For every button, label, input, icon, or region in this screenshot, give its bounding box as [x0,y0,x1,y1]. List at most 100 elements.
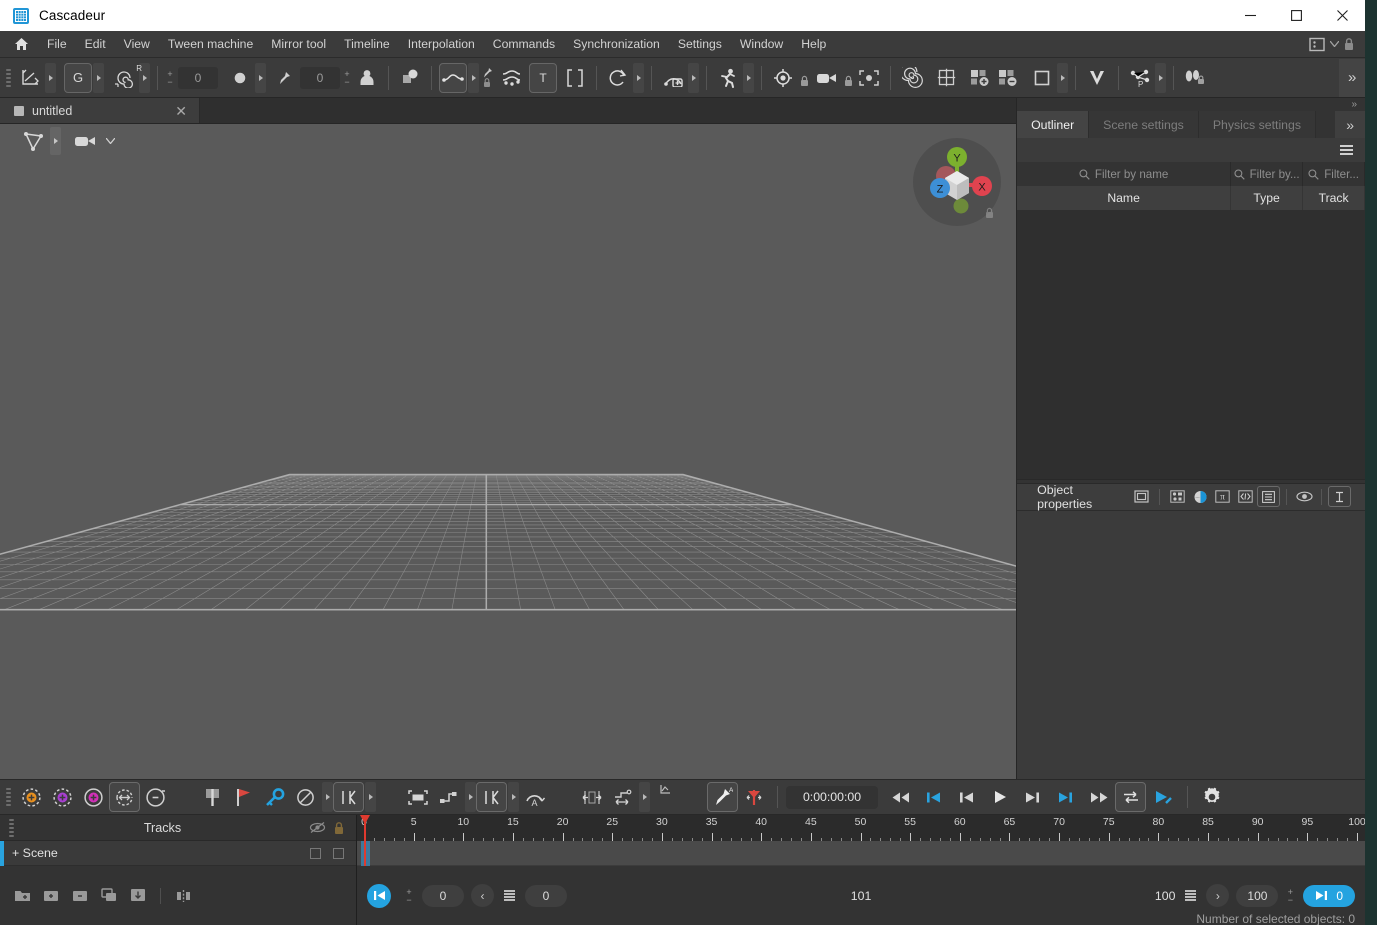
point-size-stepper[interactable]: + − [165,69,175,86]
remove-track-icon[interactable] [68,885,92,907]
import-track-icon[interactable] [126,885,150,907]
dot-size-icon[interactable] [226,63,254,93]
copy-pose-icon[interactable] [396,63,424,93]
filter-by-type-input[interactable]: Filter by... [1231,162,1304,186]
mirror-range-icon[interactable] [576,782,607,812]
no-interp-dropdown[interactable] [322,782,333,812]
eye-off-icon[interactable] [306,821,328,834]
spiral-icon[interactable] [898,63,926,93]
camera-view-icon[interactable] [71,127,101,155]
text-tool-icon[interactable] [1328,486,1352,507]
code-brackets-icon[interactable] [1234,486,1257,507]
add-physics-icon[interactable] [659,63,687,93]
running-man-icon[interactable] [714,63,742,93]
menu-item-mirror-tool[interactable]: Mirror tool [262,33,335,55]
text-tool-icon[interactable]: T [529,62,557,93]
column-header-track[interactable]: Track [1303,186,1366,210]
timeline-track-lane[interactable] [357,841,1366,866]
column-header-name[interactable]: Name [1017,186,1232,210]
box-select-icon[interactable] [402,782,433,812]
home-icon[interactable] [0,37,38,51]
tabs-overflow-button[interactable]: » [1335,111,1366,138]
right-panel-overflow-top[interactable]: » [1017,98,1366,111]
pin-size-field[interactable]: 0 [300,66,340,89]
fit-view-icon[interactable] [855,63,883,93]
range-start-field[interactable]: 0 [422,884,464,907]
menu-item-edit[interactable]: Edit [76,33,115,55]
no-interp-icon[interactable] [290,782,321,812]
color-swatch-icon[interactable] [1189,486,1212,507]
red-pin-icon[interactable] [738,782,769,812]
grid-icon[interactable] [932,63,960,93]
camera-lock-icon[interactable] [841,63,855,93]
menu-item-file[interactable]: File [38,33,76,55]
go-to-end-button[interactable]: 0 [1303,884,1356,907]
window-icon[interactable] [1130,486,1153,507]
toolbar-drag-handle[interactable] [4,67,13,89]
mirror-track-icon[interactable] [171,885,195,907]
prev-frame-icon[interactable] [950,783,983,811]
object-properties-body[interactable] [1017,510,1366,779]
red-flag-icon[interactable] [228,782,259,812]
menu-item-help[interactable]: Help [792,33,835,55]
menu-item-window[interactable]: Window [731,33,792,55]
ease-curve-icon[interactable] [607,782,638,812]
list-view-icon[interactable] [1256,486,1280,507]
play-icon[interactable] [983,783,1016,811]
pi-constant-icon[interactable]: π [1211,486,1234,507]
menu-item-settings[interactable]: Settings [669,33,731,55]
timeline-playhead[interactable] [360,815,370,866]
visibility-icon[interactable] [1293,486,1316,507]
range-end-field[interactable]: 100 [1236,884,1279,907]
ik-fk-icon[interactable] [476,782,507,812]
step-interp-icon[interactable] [433,782,464,812]
character-icon[interactable] [353,63,381,93]
curve-lock-icon[interactable] [479,63,495,93]
skip-end-icon[interactable] [1049,783,1082,811]
skip-start-icon[interactable] [917,783,950,811]
physics-point-dropdown[interactable] [1155,62,1166,93]
target-lock-icon[interactable] [797,63,811,93]
global-coords-dropdown[interactable] [93,62,104,93]
chevron-shape-icon[interactable] [1083,63,1111,93]
step-interp-dropdown[interactable] [465,782,476,812]
orange-ghost-icon[interactable] [16,782,47,812]
menu-item-synchronization[interactable]: Synchronization [564,33,669,55]
next-frame-icon[interactable] [1016,783,1049,811]
axis-transform-dropdown[interactable] [45,62,56,93]
toolbar-overflow-button[interactable]: » [1339,58,1366,97]
rotation-ref-icon[interactable]: R [110,63,142,93]
selection-shape-dropdown[interactable] [50,127,61,155]
go-to-start-button[interactable] [367,883,391,908]
orientation-gizmo[interactable]: Y X Z [913,138,1002,226]
track-row[interactable]: + Scene [0,840,356,866]
track-visibility-checkbox[interactable] [310,847,321,859]
global-coords-icon[interactable]: G [64,62,92,93]
auto-arc-icon[interactable]: A [519,782,550,812]
hamburger-icon[interactable] [1340,145,1354,155]
timeline-ruler[interactable]: 0510152025303540455055606570758085909510… [357,815,1366,841]
range-end-stepper[interactable]: + − [1285,887,1295,904]
tab-physics-settings[interactable]: Physics settings [1198,111,1317,138]
column-header-type[interactable]: Type [1231,186,1304,210]
target-icon[interactable] [769,63,797,93]
fast-forward-icon[interactable] [1082,783,1115,811]
ik-mode-icon[interactable] [333,782,364,812]
rotate-loop-icon[interactable] [604,63,632,93]
key-icon[interactable] [259,782,290,812]
physics-point-icon[interactable]: P [1126,63,1154,93]
add-track-icon[interactable] [39,885,63,907]
rotate-loop-dropdown[interactable] [633,62,644,93]
ease-curve-dropdown[interactable] [639,782,650,812]
dot-size-dropdown[interactable] [255,62,266,93]
curve-smooth-icon[interactable] [439,62,467,93]
document-tab-close-icon[interactable]: ✕ [173,104,189,118]
add-physics-dropdown[interactable] [688,62,699,93]
node-graph-icon[interactable] [1166,486,1189,507]
filter-by-track-input[interactable]: Filter... [1303,162,1366,186]
curve-smooth-dropdown[interactable] [468,62,479,93]
pin-tool-icon[interactable]: A [707,782,738,812]
selection-shape-icon[interactable] [18,127,48,155]
gear-icon[interactable] [1196,782,1227,812]
ik-mode-dropdown[interactable] [365,782,376,812]
